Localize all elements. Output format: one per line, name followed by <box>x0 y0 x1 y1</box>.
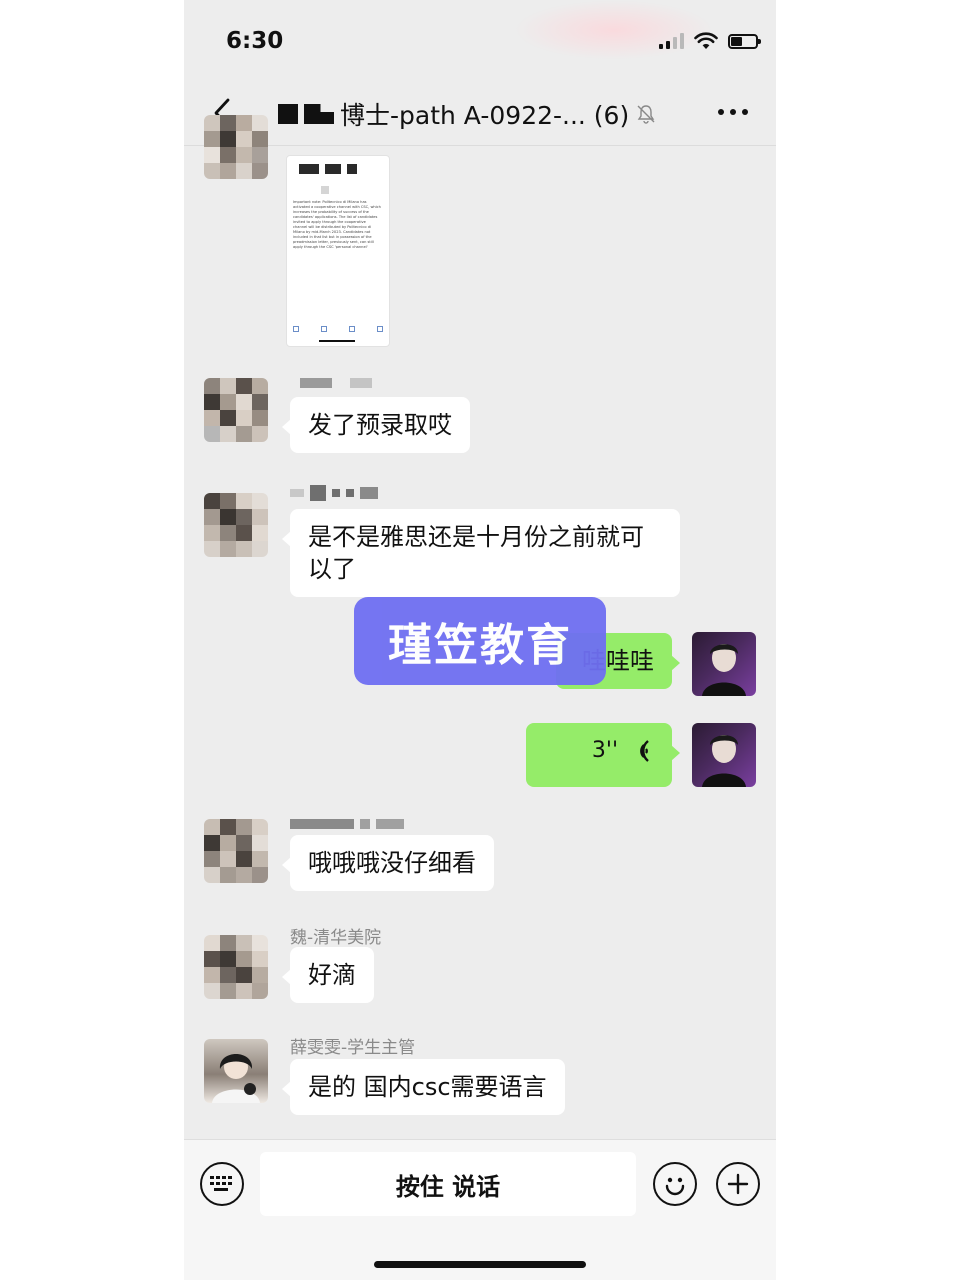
self-avatar[interactable] <box>692 723 756 787</box>
voice-wave-icon <box>640 740 649 762</box>
chat-title-group[interactable]: 博士-path A-0922-... (6) <box>278 96 657 132</box>
avatar[interactable] <box>204 115 268 179</box>
chat-header: 博士-path A-0922-... (6) <box>184 80 776 146</box>
bell-slash-icon <box>637 105 655 124</box>
emoji-icon[interactable] <box>653 1162 697 1206</box>
message-text: 哦哦哦没仔细看 <box>308 849 476 877</box>
sender-name: 薛雯雯-学生主管 <box>290 1038 416 1058</box>
avatar[interactable] <box>204 935 268 999</box>
status-icons <box>659 32 761 50</box>
message-bubble[interactable]: 发了预录取哎 <box>282 397 470 453</box>
home-indicator <box>374 1261 586 1268</box>
message-text: 发了预录取哎 <box>308 411 452 439</box>
redacted-title-prefix <box>304 104 334 124</box>
message-bubble[interactable]: 哦哦哦没仔细看 <box>282 835 494 891</box>
cellular-signal-icon <box>659 33 684 49</box>
chat-message-list[interactable]: Important note: Politecnico di Milano ha… <box>184 115 776 1139</box>
avatar[interactable] <box>204 378 268 442</box>
hold-to-talk-button[interactable]: 按住 说话 <box>260 1152 636 1216</box>
message-bubble[interactable]: 是的 国内csc需要语言 <box>282 1059 565 1115</box>
phone-screen: 6:30 博士-path A-0922-... (6) Important no… <box>184 0 776 1280</box>
chat-input-bar: 按住 说话 <box>184 1139 776 1280</box>
sender-name: 魏-清华美院 <box>290 928 382 948</box>
redacted-sender-name <box>290 485 378 501</box>
battery-icon <box>728 33 761 49</box>
avatar[interactable] <box>204 1039 268 1103</box>
ellipsis-icon[interactable] <box>716 102 750 122</box>
status-time: 6:30 <box>226 28 284 54</box>
keyboard-icon[interactable] <box>200 1162 244 1206</box>
redacted-image-header <box>299 164 357 174</box>
redacted-title-prefix <box>278 104 298 124</box>
chat-title: 博士-path A-0922-... (6) <box>340 101 630 130</box>
avatar[interactable] <box>204 493 268 557</box>
avatar[interactable] <box>204 819 268 883</box>
plus-icon[interactable] <box>716 1162 760 1206</box>
voice-duration: 3'' <box>591 738 618 763</box>
message-text: 是不是雅思还是十月份之前就可以了 <box>308 523 644 583</box>
document-text: Important note: Politecnico di Milano ha… <box>293 200 381 249</box>
image-message[interactable]: Important note: Politecnico di Milano ha… <box>286 155 390 347</box>
voice-message-bubble[interactable]: 3'' <box>526 723 680 787</box>
self-avatar[interactable] <box>692 632 756 696</box>
redacted-sender-name <box>300 378 372 388</box>
wifi-icon <box>694 32 718 49</box>
message-bubble[interactable]: 好滴 <box>282 947 374 1003</box>
redacted-sender-name <box>290 819 404 829</box>
message-text: 是的 国内csc需要语言 <box>308 1073 547 1101</box>
watermark-badge: 瑾笠教育 <box>354 597 606 685</box>
document-toolbar <box>293 326 383 332</box>
message-text: 好滴 <box>308 961 356 989</box>
message-bubble[interactable]: 是不是雅思还是十月份之前就可以了 <box>282 509 680 597</box>
